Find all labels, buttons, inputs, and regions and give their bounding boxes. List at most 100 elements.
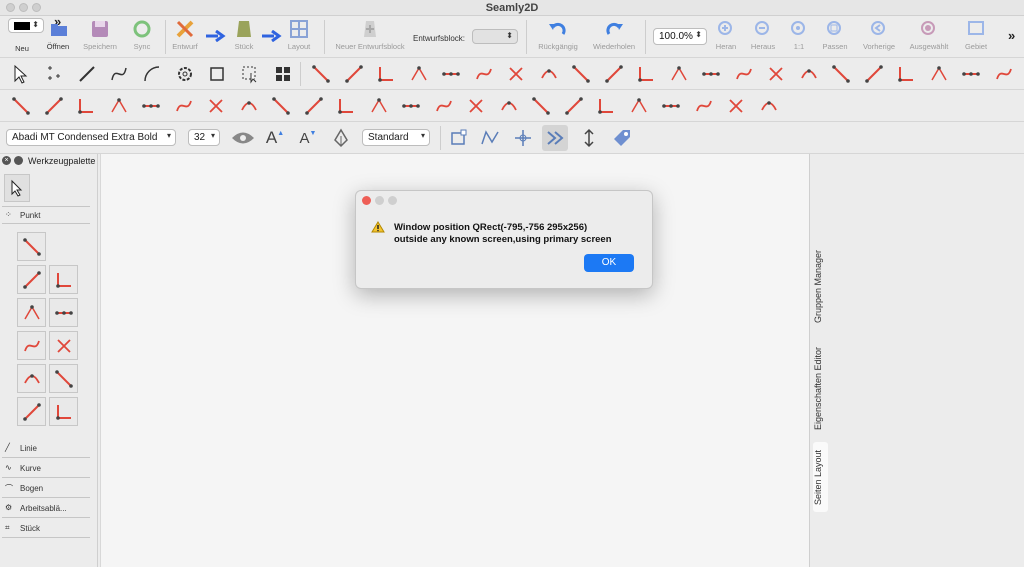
zoom-area-button[interactable]: Gebiet	[954, 18, 998, 56]
drawing-tool-button[interactable]	[503, 61, 529, 87]
drawing-tool-button[interactable]	[8, 93, 34, 119]
palette-point-tool[interactable]	[17, 298, 46, 327]
curve-path-button[interactable]	[477, 125, 503, 151]
overflow-icon[interactable]: »	[1008, 28, 1015, 43]
increase-text-button[interactable]: A ▲	[262, 125, 288, 151]
save-button[interactable]: Speichern	[78, 18, 122, 56]
palette-tab-curve[interactable]: ∿ Kurve	[2, 460, 90, 478]
dialog-close-button[interactable]	[362, 196, 371, 205]
drawing-tool-button[interactable]	[861, 61, 887, 87]
drawing-tool-button[interactable]	[366, 93, 392, 119]
select-pointer-button[interactable]	[8, 61, 34, 87]
undo-button[interactable]: Rückgängig	[536, 18, 580, 56]
palette-point-tool[interactable]	[49, 397, 78, 426]
draft-block-select[interactable]: ⬍	[472, 29, 518, 44]
open-button[interactable]: Öffnen	[36, 18, 80, 56]
palette-tab-line[interactable]: ╱ Linie	[2, 440, 90, 458]
group-tools-button[interactable]	[270, 61, 296, 87]
line-type-select[interactable]: Standard ▾	[362, 129, 430, 146]
drawing-tool-button[interactable]	[73, 93, 99, 119]
palette-point-tool[interactable]	[49, 331, 78, 360]
drawing-tool-button[interactable]	[301, 93, 327, 119]
curve-tools-button[interactable]	[106, 61, 132, 87]
zoom-selected-button[interactable]: Ausgewählt	[907, 18, 951, 56]
drawing-tool-button[interactable]	[536, 61, 562, 87]
drawing-tool-button[interactable]	[958, 61, 984, 87]
draft-mode-button[interactable]: Entwurf	[163, 18, 207, 56]
drawing-tool-button[interactable]	[926, 61, 952, 87]
operations-tools-button[interactable]	[172, 61, 198, 87]
palette-point-tool[interactable]	[17, 331, 46, 360]
drawing-tool-button[interactable]	[203, 93, 229, 119]
decrease-text-button[interactable]: A ▼	[295, 125, 321, 151]
crosshair-button[interactable]	[510, 125, 536, 151]
palette-point-tool[interactable]	[49, 298, 78, 327]
palette-tab-operations[interactable]: ⚙ Arbeitsablä...	[2, 500, 90, 518]
drawing-tool-button[interactable]	[138, 93, 164, 119]
palette-tab-arc[interactable]: ⌒ Bogen	[2, 480, 90, 498]
drawing-tool-button[interactable]	[633, 61, 659, 87]
new-draft-block-button[interactable]: Neuer Entwurfsblock	[332, 18, 408, 56]
drawing-tool-button[interactable]	[731, 61, 757, 87]
ok-button[interactable]: OK	[584, 254, 634, 272]
drawing-tool-button[interactable]	[496, 93, 522, 119]
vertical-resize-button[interactable]	[576, 125, 602, 151]
drawing-tool-button[interactable]	[691, 93, 717, 119]
drawing-tool-button[interactable]	[568, 61, 594, 87]
drawing-tool-button[interactable]	[463, 93, 489, 119]
zoom-previous-button[interactable]: Vorherige	[857, 18, 901, 56]
drawing-tool-button[interactable]	[333, 93, 359, 119]
drawing-tool-button[interactable]	[41, 93, 67, 119]
palette-close-icon[interactable]: ×	[2, 156, 11, 165]
drawing-tool-button[interactable]	[398, 93, 424, 119]
drawing-tool-button[interactable]	[236, 93, 262, 119]
visibility-toggle[interactable]	[230, 125, 256, 151]
palette-tab-point[interactable]: ⁘ Punkt	[2, 206, 90, 224]
drawing-tool-button[interactable]	[438, 61, 464, 87]
drawing-tool-button[interactable]	[106, 93, 132, 119]
drawing-tool-button[interactable]	[626, 93, 652, 119]
dock-tab-group-manager[interactable]: Gruppen Manager	[813, 244, 828, 328]
selection-tools-button[interactable]	[237, 61, 263, 87]
drawing-tool-button[interactable]	[756, 93, 782, 119]
sync-button[interactable]: Sync	[120, 18, 164, 56]
layout-mode-button[interactable]: Layout	[277, 18, 321, 56]
font-family-select[interactable]: Abadi MT Condensed Extra Bold ▾	[6, 129, 176, 146]
drawing-tool-button[interactable]	[341, 61, 367, 87]
palette-point-tool[interactable]	[17, 364, 46, 393]
zoom-fit-button[interactable]: Passen	[813, 18, 857, 56]
piece-mode-button[interactable]: Stück	[222, 18, 266, 56]
palette-pointer-button[interactable]	[4, 174, 30, 202]
drawing-tool-button[interactable]	[796, 61, 822, 87]
details-tools-button[interactable]	[204, 61, 230, 87]
redo-button[interactable]: Wiederholen	[592, 18, 636, 56]
drawing-tool-button[interactable]	[406, 61, 432, 87]
drawing-tool-button[interactable]	[268, 93, 294, 119]
dock-tab-property-editor[interactable]: Eigenschaften Editor	[813, 340, 828, 436]
palette-tab-piece[interactable]: ⌗ Stück	[2, 520, 90, 538]
drawing-tool-button[interactable]	[373, 61, 399, 87]
zoom-spinbox[interactable]: 100.0% ⬍	[653, 28, 707, 45]
drawing-tool-button[interactable]	[593, 93, 619, 119]
drawing-tool-button[interactable]	[471, 61, 497, 87]
point-tools-button[interactable]	[41, 61, 67, 87]
palette-point-tool[interactable]	[17, 232, 46, 261]
drawing-tool-button[interactable]	[308, 61, 334, 87]
bounding-box-button[interactable]	[445, 125, 471, 151]
drawing-tool-button[interactable]	[666, 61, 692, 87]
drawing-tool-button[interactable]	[658, 93, 684, 119]
palette-point-tool[interactable]	[49, 364, 78, 393]
drawing-tool-button[interactable]	[828, 61, 854, 87]
drawing-tool-button[interactable]	[991, 61, 1017, 87]
drawing-tool-button[interactable]	[431, 93, 457, 119]
drawing-tool-button[interactable]	[601, 61, 627, 87]
line-tools-button[interactable]	[74, 61, 100, 87]
text-style-button[interactable]	[328, 125, 354, 151]
palette-float-icon[interactable]	[14, 156, 23, 165]
drawing-tool-button[interactable]	[561, 93, 587, 119]
palette-point-tool[interactable]	[17, 397, 46, 426]
fast-forward-button[interactable]	[542, 125, 568, 151]
drawing-tool-button[interactable]	[893, 61, 919, 87]
drawing-tool-button[interactable]	[723, 93, 749, 119]
drawing-tool-button[interactable]	[171, 93, 197, 119]
